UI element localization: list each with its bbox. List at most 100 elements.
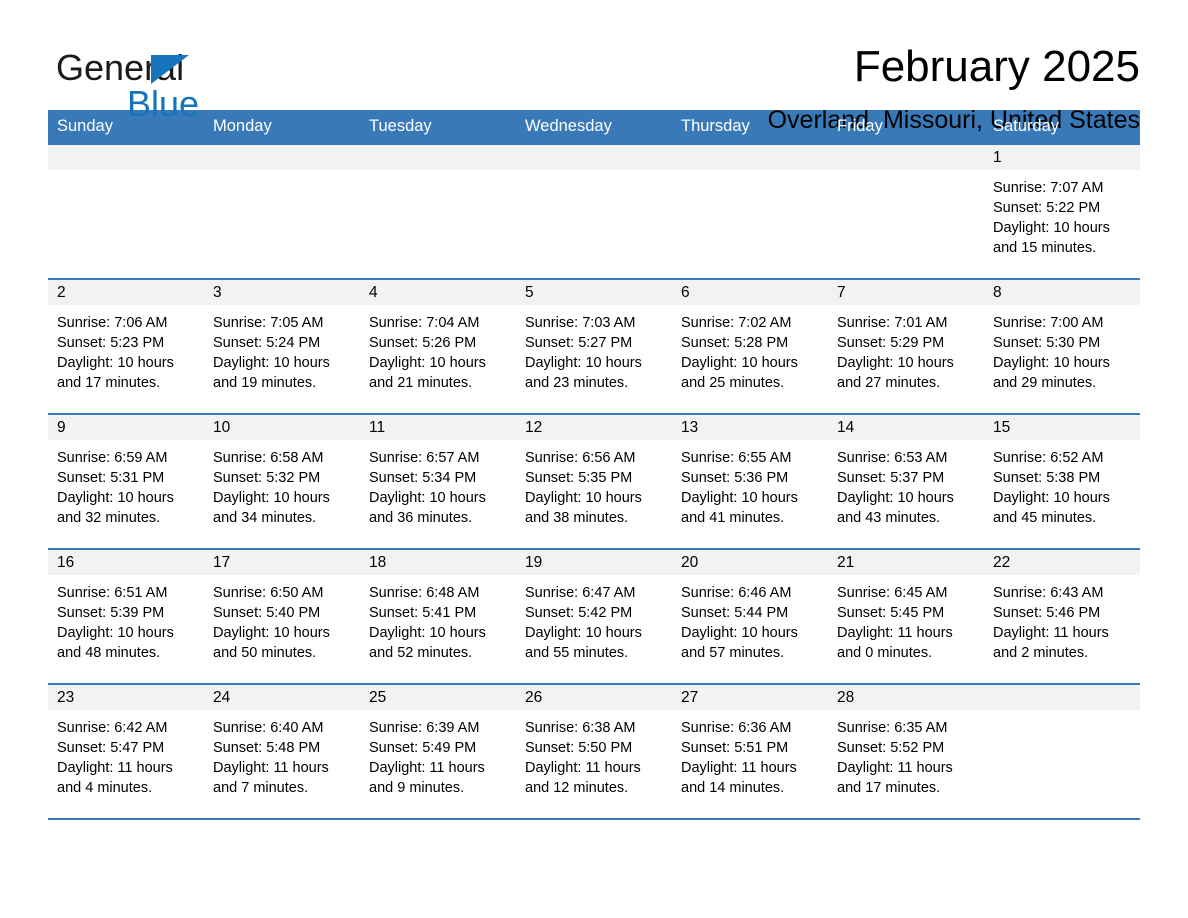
- day-number: 23: [48, 684, 204, 710]
- sunset-text: Sunset: 5:34 PM: [369, 469, 477, 486]
- day-details: Sunrise: 7:03 AM Sunset: 5:27 PM Daylight:…: [516, 305, 672, 393]
- day-cell: 13 Sunrise: 6:55 AM Sunset: 5:36 PM Dayligh…: [672, 414, 828, 548]
- day-details: Sunrise: 6:58 AM Sunset: 5:32 PM Daylight:…: [204, 440, 360, 528]
- day-details: Sunrise: 6:53 AM Sunset: 5:37 PM Daylight:…: [828, 440, 984, 528]
- day-cell: 20 Sunrise: 6:46 AM Sunset: 5:44 PM Dayligh…: [672, 549, 828, 683]
- calendar-week-row: 9 Sunrise: 6:59 AM Sunset: 5:31 PM Daylight…: [48, 414, 1140, 550]
- day-cell: 6 Sunrise: 7:02 AM Sunset: 5:28 PM Daylight…: [672, 279, 828, 413]
- day-number: [516, 144, 672, 170]
- day-cell: 4 Sunrise: 7:04 AM Sunset: 5:26 PM Daylight…: [360, 279, 516, 413]
- day-cell: 18 Sunrise: 6:48 AM Sunset: 5:41 PM Dayligh…: [360, 549, 516, 683]
- day-details: Sunrise: 6:50 AM Sunset: 5:40 PM Daylight:…: [204, 575, 360, 663]
- day-details: Sunrise: 7:04 AM Sunset: 5:26 PM Daylight:…: [360, 305, 516, 393]
- sunrise-text: Sunrise: 6:42 AM: [57, 719, 168, 736]
- sunset-text: Sunset: 5:45 PM: [837, 604, 945, 621]
- sunrise-text: Sunrise: 6:58 AM: [213, 449, 324, 466]
- sunset-text: Sunset: 5:50 PM: [525, 739, 633, 756]
- daylight-text: Daylight: 10 hours and 27 minutes.: [837, 354, 954, 391]
- sunset-text: Sunset: 5:51 PM: [681, 739, 789, 756]
- calendar-week-row: 1 Sunrise: 7:07 AM Sunset: 5:22 PM Daylight…: [48, 144, 1140, 280]
- daylight-text: Daylight: 10 hours and 23 minutes.: [525, 354, 642, 391]
- sunrise-text: Sunrise: 7:07 AM: [993, 179, 1104, 196]
- day-details: Sunrise: 6:36 AM Sunset: 5:51 PM Daylight:…: [672, 710, 828, 798]
- sunrise-text: Sunrise: 6:38 AM: [525, 719, 636, 736]
- day-number: 24: [204, 684, 360, 710]
- day-cell: 3 Sunrise: 7:05 AM Sunset: 5:24 PM Daylight…: [204, 279, 360, 413]
- day-details: Sunrise: 6:47 AM Sunset: 5:42 PM Daylight:…: [516, 575, 672, 663]
- daylight-text: Daylight: 10 hours and 48 minutes.: [57, 624, 174, 661]
- daylight-text: Daylight: 10 hours and 50 minutes.: [213, 624, 330, 661]
- day-cell: 26 Sunrise: 6:38 AM Sunset: 5:50 PM Dayligh…: [516, 684, 672, 818]
- daylight-text: Daylight: 10 hours and 36 minutes.: [369, 489, 486, 526]
- day-details: Sunrise: 6:52 AM Sunset: 5:38 PM Daylight:…: [984, 440, 1140, 528]
- day-details: Sunrise: 6:48 AM Sunset: 5:41 PM Daylight:…: [360, 575, 516, 663]
- sunrise-text: Sunrise: 6:55 AM: [681, 449, 792, 466]
- day-number: 26: [516, 684, 672, 710]
- day-cell-empty: [360, 144, 516, 278]
- daylight-text: Daylight: 10 hours and 52 minutes.: [369, 624, 486, 661]
- generalblue-logo[interactable]: General Blue: [48, 42, 278, 122]
- day-cell: 7 Sunrise: 7:01 AM Sunset: 5:29 PM Daylight…: [828, 279, 984, 413]
- day-details: Sunrise: 7:01 AM Sunset: 5:29 PM Daylight:…: [828, 305, 984, 393]
- day-cell-empty: [672, 144, 828, 278]
- day-details: Sunrise: 7:05 AM Sunset: 5:24 PM Daylight:…: [204, 305, 360, 393]
- sunrise-text: Sunrise: 6:46 AM: [681, 584, 792, 601]
- daylight-text: Daylight: 10 hours and 45 minutes.: [993, 489, 1110, 526]
- day-cell: 24 Sunrise: 6:40 AM Sunset: 5:48 PM Dayligh…: [204, 684, 360, 818]
- sunset-text: Sunset: 5:32 PM: [213, 469, 321, 486]
- calendar-week-row: 16 Sunrise: 6:51 AM Sunset: 5:39 PM Dayligh…: [48, 549, 1140, 685]
- daylight-text: Daylight: 10 hours and 21 minutes.: [369, 354, 486, 391]
- sunrise-text: Sunrise: 6:35 AM: [837, 719, 948, 736]
- daylight-text: Daylight: 11 hours and 12 minutes.: [525, 759, 641, 796]
- day-number: [828, 144, 984, 170]
- sunset-text: Sunset: 5:39 PM: [57, 604, 165, 621]
- weekday-header-thursday: Thursday: [681, 117, 750, 135]
- day-cell: 22 Sunrise: 6:43 AM Sunset: 5:46 PM Dayligh…: [984, 549, 1140, 683]
- sunset-text: Sunset: 5:44 PM: [681, 604, 789, 621]
- calendar-weeks: 1 Sunrise: 7:07 AM Sunset: 5:22 PM Daylight…: [48, 144, 1140, 820]
- day-cell-empty: [48, 144, 204, 278]
- calendar-week-row: 23 Sunrise: 6:42 AM Sunset: 5:47 PM Dayligh…: [48, 684, 1140, 820]
- day-details: Sunrise: 7:07 AM Sunset: 5:22 PM Daylight:…: [984, 170, 1140, 258]
- daylight-text: Daylight: 10 hours and 19 minutes.: [213, 354, 330, 391]
- sunset-text: Sunset: 5:35 PM: [525, 469, 633, 486]
- page-title: February 2025: [853, 42, 1140, 91]
- day-number: 15: [984, 414, 1140, 440]
- day-number: 11: [360, 414, 516, 440]
- sunrise-text: Sunrise: 7:04 AM: [369, 314, 480, 331]
- day-number: 20: [672, 549, 828, 575]
- day-number: 17: [204, 549, 360, 575]
- daylight-text: Daylight: 10 hours and 57 minutes.: [681, 624, 798, 661]
- day-cell: 21 Sunrise: 6:45 AM Sunset: 5:45 PM Dayligh…: [828, 549, 984, 683]
- day-cell-empty: [984, 684, 1140, 818]
- sunset-text: Sunset: 5:46 PM: [993, 604, 1101, 621]
- day-details: Sunrise: 6:55 AM Sunset: 5:36 PM Daylight:…: [672, 440, 828, 528]
- sunrise-text: Sunrise: 6:36 AM: [681, 719, 792, 736]
- daylight-text: Daylight: 11 hours and 2 minutes.: [993, 624, 1109, 661]
- day-number: 14: [828, 414, 984, 440]
- day-cell: 5 Sunrise: 7:03 AM Sunset: 5:27 PM Daylight…: [516, 279, 672, 413]
- sunrise-text: Sunrise: 7:06 AM: [57, 314, 168, 331]
- day-details: Sunrise: 7:02 AM Sunset: 5:28 PM Daylight:…: [672, 305, 828, 393]
- weekday-header-tuesday: Tuesday: [369, 117, 432, 135]
- day-number: 19: [516, 549, 672, 575]
- sunset-text: Sunset: 5:37 PM: [837, 469, 945, 486]
- day-details: Sunrise: 6:42 AM Sunset: 5:47 PM Daylight:…: [48, 710, 204, 798]
- daylight-text: Daylight: 10 hours and 43 minutes.: [837, 489, 954, 526]
- daylight-text: Daylight: 10 hours and 41 minutes.: [681, 489, 798, 526]
- day-cell: 17 Sunrise: 6:50 AM Sunset: 5:40 PM Dayligh…: [204, 549, 360, 683]
- sunset-text: Sunset: 5:24 PM: [213, 334, 321, 351]
- sunset-text: Sunset: 5:30 PM: [993, 334, 1101, 351]
- daylight-text: Daylight: 11 hours and 14 minutes.: [681, 759, 797, 796]
- day-cell: 19 Sunrise: 6:47 AM Sunset: 5:42 PM Dayligh…: [516, 549, 672, 683]
- sunrise-text: Sunrise: 6:45 AM: [837, 584, 948, 601]
- sunrise-text: Sunrise: 6:57 AM: [369, 449, 480, 466]
- day-cell: 1 Sunrise: 7:07 AM Sunset: 5:22 PM Daylight…: [984, 144, 1140, 278]
- day-details: Sunrise: 7:00 AM Sunset: 5:30 PM Daylight:…: [984, 305, 1140, 393]
- day-cell-empty: [204, 144, 360, 278]
- sunset-text: Sunset: 5:41 PM: [369, 604, 477, 621]
- calendar-week-row: 2 Sunrise: 7:06 AM Sunset: 5:23 PM Daylight…: [48, 279, 1140, 415]
- day-number: 4: [360, 279, 516, 305]
- day-cell: 16 Sunrise: 6:51 AM Sunset: 5:39 PM Dayligh…: [48, 549, 204, 683]
- logo-triangle-icon: [151, 55, 189, 84]
